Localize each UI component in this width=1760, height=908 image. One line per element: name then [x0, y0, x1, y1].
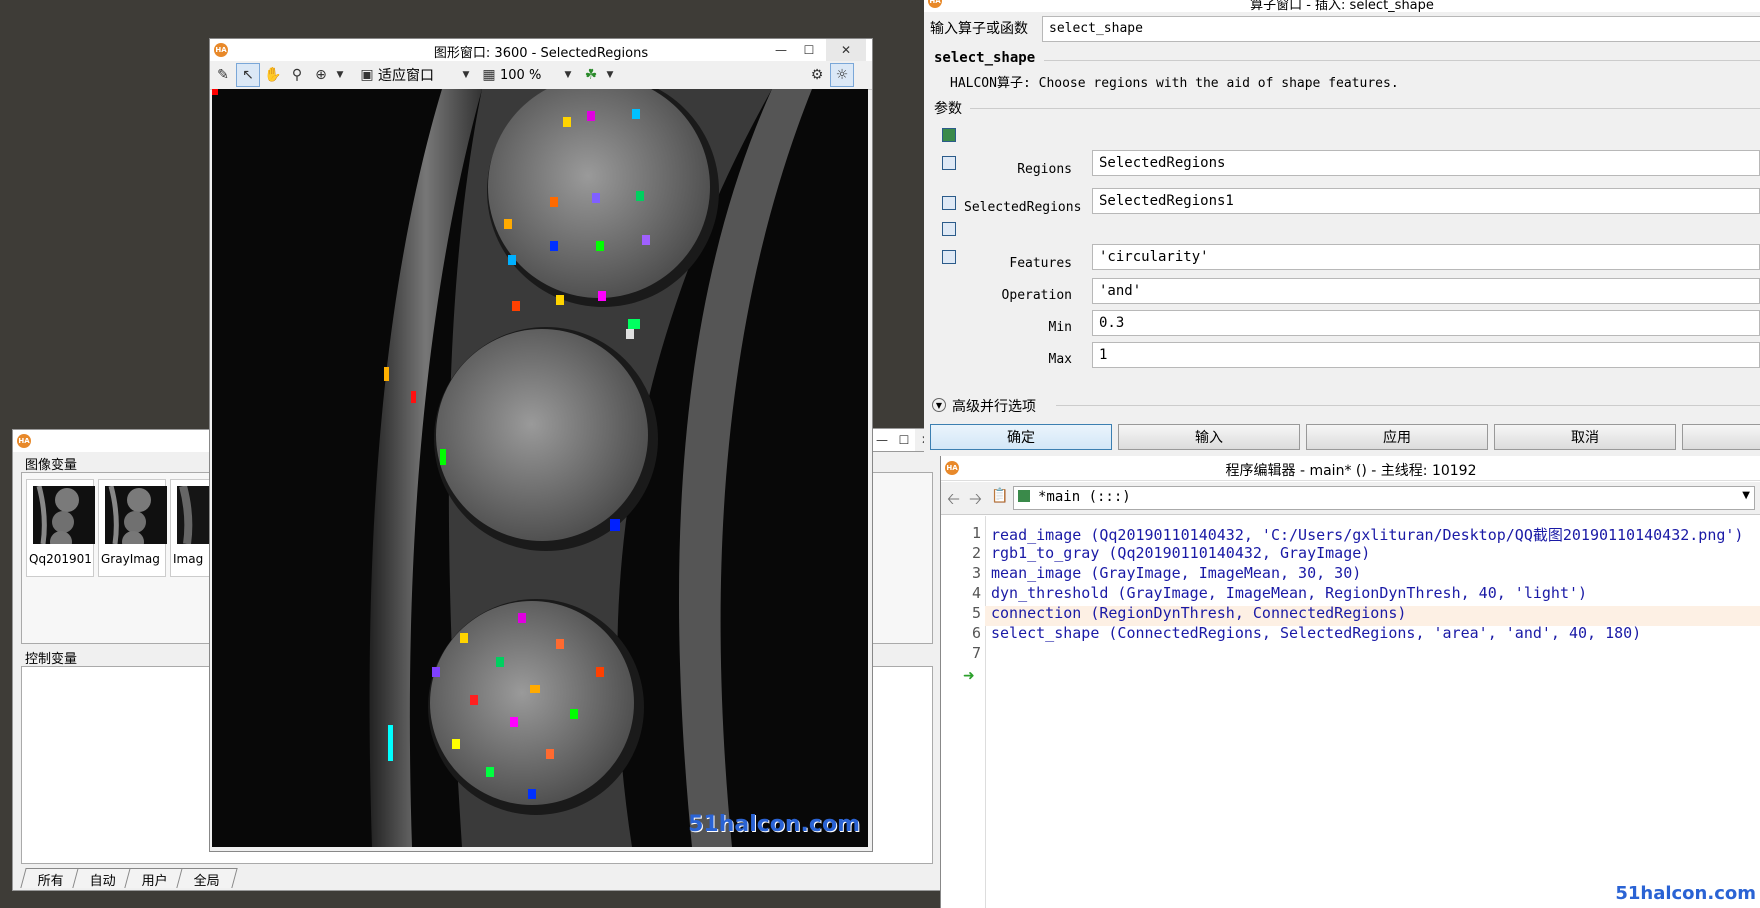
magnifier-icon[interactable]: ⚲: [286, 64, 308, 86]
program-editor-window: HA 程序编辑器 - main* () - 主线程: 10192 🡠 🡢 📋 *…: [940, 456, 1760, 908]
param-features-field[interactable]: 'circularity': [1092, 244, 1760, 270]
chevron-down-icon[interactable]: ▼: [334, 64, 346, 86]
clipboard-icon[interactable]: 📋: [991, 488, 1008, 504]
procedure-selector[interactable]: *main (:::) ▼: [1013, 486, 1755, 510]
code-line[interactable]: select_shape (ConnectedRegions, Selected…: [991, 624, 1641, 642]
control-param-icon: [942, 222, 956, 236]
operator-description: HALCON算子: Choose regions with the aid of…: [950, 76, 1399, 91]
settings-icon[interactable]: ⚙: [806, 64, 828, 86]
param-label-regions: Regions: [1017, 162, 1072, 177]
graphics-window: HA 图形窗口: 3600 - SelectedRegions — ☐ ✕ ✎ …: [209, 38, 873, 852]
tab-global[interactable]: 全局: [176, 868, 238, 889]
code-line[interactable]: rgb1_to_gray (Qq20190110140432, GrayImag…: [991, 544, 1370, 562]
maximize-icon[interactable]: ☐: [893, 429, 915, 451]
cancel-button[interactable]: 取消: [1494, 424, 1676, 450]
code-line[interactable]: read_image (Qq20190110140432, 'C:/Users/…: [991, 524, 1743, 545]
param-selectedregions-field[interactable]: SelectedRegions1: [1092, 188, 1760, 214]
fit-window-label[interactable]: 适应窗口: [378, 65, 458, 85]
param-operation-field[interactable]: 'and': [1092, 278, 1760, 304]
image-param-icon: [942, 128, 956, 142]
procedure-icon: [1018, 490, 1030, 502]
corner-watermark: 51halcon.com: [1615, 883, 1756, 904]
thumbnail-label: Qq201901: [29, 552, 92, 566]
code-line[interactable]: connection (RegionDynThresh, ConnectedRe…: [991, 604, 1406, 622]
thumbnail-grayimage[interactable]: GrayImag: [98, 479, 167, 577]
apply-button[interactable]: 应用: [1306, 424, 1488, 450]
operator-window-title: 算子窗口 - 插入: select_shape: [1250, 0, 1434, 12]
divider: [1044, 60, 1760, 61]
region-param-icon: [942, 156, 956, 170]
program-editor-title: 程序编辑器 - main* () - 主线程: 10192: [1225, 463, 1477, 479]
operator-window-titlebar[interactable]: HA 算子窗口 - 插入: select_shape: [924, 0, 1760, 12]
lightbulb-icon[interactable]: ☼: [830, 63, 854, 87]
param-regions-field[interactable]: SelectedRegions: [1092, 150, 1760, 176]
input-button[interactable]: 输入: [1118, 424, 1300, 450]
zoom-in-icon[interactable]: ⊕: [310, 64, 332, 86]
back-arrow-icon[interactable]: 🡠: [947, 488, 960, 515]
procedure-name: *main (:::): [1038, 489, 1131, 505]
image-canvas[interactable]: 51halcon.com: [212, 89, 868, 847]
param-label-features: Features: [1009, 256, 1072, 271]
pointer-icon[interactable]: ↖: [236, 63, 260, 87]
maximize-icon[interactable]: ☐: [798, 39, 820, 61]
divider: [1056, 405, 1760, 406]
operator-input[interactable]: select_shape: [1042, 16, 1760, 42]
thumbnail-image: [33, 486, 95, 544]
zoom-icon[interactable]: ▦: [478, 64, 500, 86]
chevron-down-icon[interactable]: ▼: [1742, 490, 1750, 501]
halcon-image: [212, 89, 868, 847]
graphics-window-titlebar[interactable]: HA 图形窗口: 3600 - SelectedRegions — ☐ ✕: [210, 39, 872, 61]
thumbnail-label: GrayImag: [101, 552, 160, 566]
code-line[interactable]: mean_image (GrayImage, ImageMean, 30, 30…: [991, 564, 1361, 582]
code-line[interactable]: dyn_threshold (GrayImage, ImageMean, Reg…: [991, 584, 1587, 602]
ok-button[interactable]: 确定: [930, 424, 1112, 450]
operator-name: select_shape: [934, 50, 1036, 66]
thumbnail-image: [105, 486, 167, 544]
watermark-logo: 51halcon.com: [688, 812, 860, 837]
param-label-operation: Operation: [1001, 288, 1072, 303]
chevron-down-icon[interactable]: ▼: [562, 64, 574, 86]
thumbnail-qq[interactable]: Qq201901: [26, 479, 95, 577]
code-area[interactable]: read_image (Qq20190110140432, 'C:/Users/…: [941, 516, 1760, 908]
image-vars-label: 图像变量: [25, 458, 78, 473]
close-icon[interactable]: ✕: [826, 39, 866, 61]
zoom-level[interactable]: 100 %: [500, 68, 560, 83]
param-label-min: Min: [1048, 320, 1072, 335]
region-param-icon: [942, 196, 956, 210]
param-max-field[interactable]: 1: [1092, 342, 1760, 368]
chevron-down-icon[interactable]: ▼: [932, 398, 946, 412]
param-label-selectedregions: SelectedRegions: [964, 200, 1082, 215]
color-palette-icon[interactable]: ☘: [580, 64, 602, 86]
chevron-down-icon[interactable]: ▼: [604, 64, 616, 86]
forward-arrow-icon[interactable]: 🡢: [969, 488, 982, 515]
minimize-icon[interactable]: —: [770, 39, 792, 61]
tuple-param-icon: [942, 250, 956, 264]
divider: [970, 108, 1760, 109]
params-label: 参数: [934, 101, 962, 117]
variable-tabs: 所有 自动 用户 全局: [20, 868, 238, 889]
param-label-max: Max: [1048, 352, 1072, 367]
program-editor-titlebar[interactable]: HA 程序编辑器 - main* () - 主线程: 10192: [941, 456, 1760, 481]
chevron-down-icon[interactable]: ▼: [460, 64, 472, 86]
help-button[interactable]: [1682, 424, 1760, 450]
editor-toolbar: 🡠 🡢 📋 *main (:::) ▼: [941, 482, 1760, 515]
hand-icon[interactable]: ✋: [262, 64, 284, 86]
param-min-field[interactable]: 0.3: [1092, 310, 1760, 336]
fit-window-icon[interactable]: ▣: [356, 64, 378, 86]
control-vars-label: 控制变量: [25, 652, 78, 667]
operator-window: HA 算子窗口 - 插入: select_shape 输入算子或函数 selec…: [924, 0, 1760, 456]
halcon-logo-icon: HA: [17, 434, 31, 448]
input-label: 输入算子或函数: [930, 21, 1028, 37]
minimize-icon[interactable]: —: [871, 429, 893, 451]
advanced-options-label[interactable]: 高级并行选项: [952, 396, 1036, 416]
pen-icon[interactable]: ✎: [212, 64, 234, 86]
graphics-toolbar: ✎ ↖ ✋ ⚲ ⊕ ▼ ▣ 适应窗口 ▼ ▦ 100 % ▼ ☘ ▼ ⚙ ☼: [210, 61, 872, 90]
